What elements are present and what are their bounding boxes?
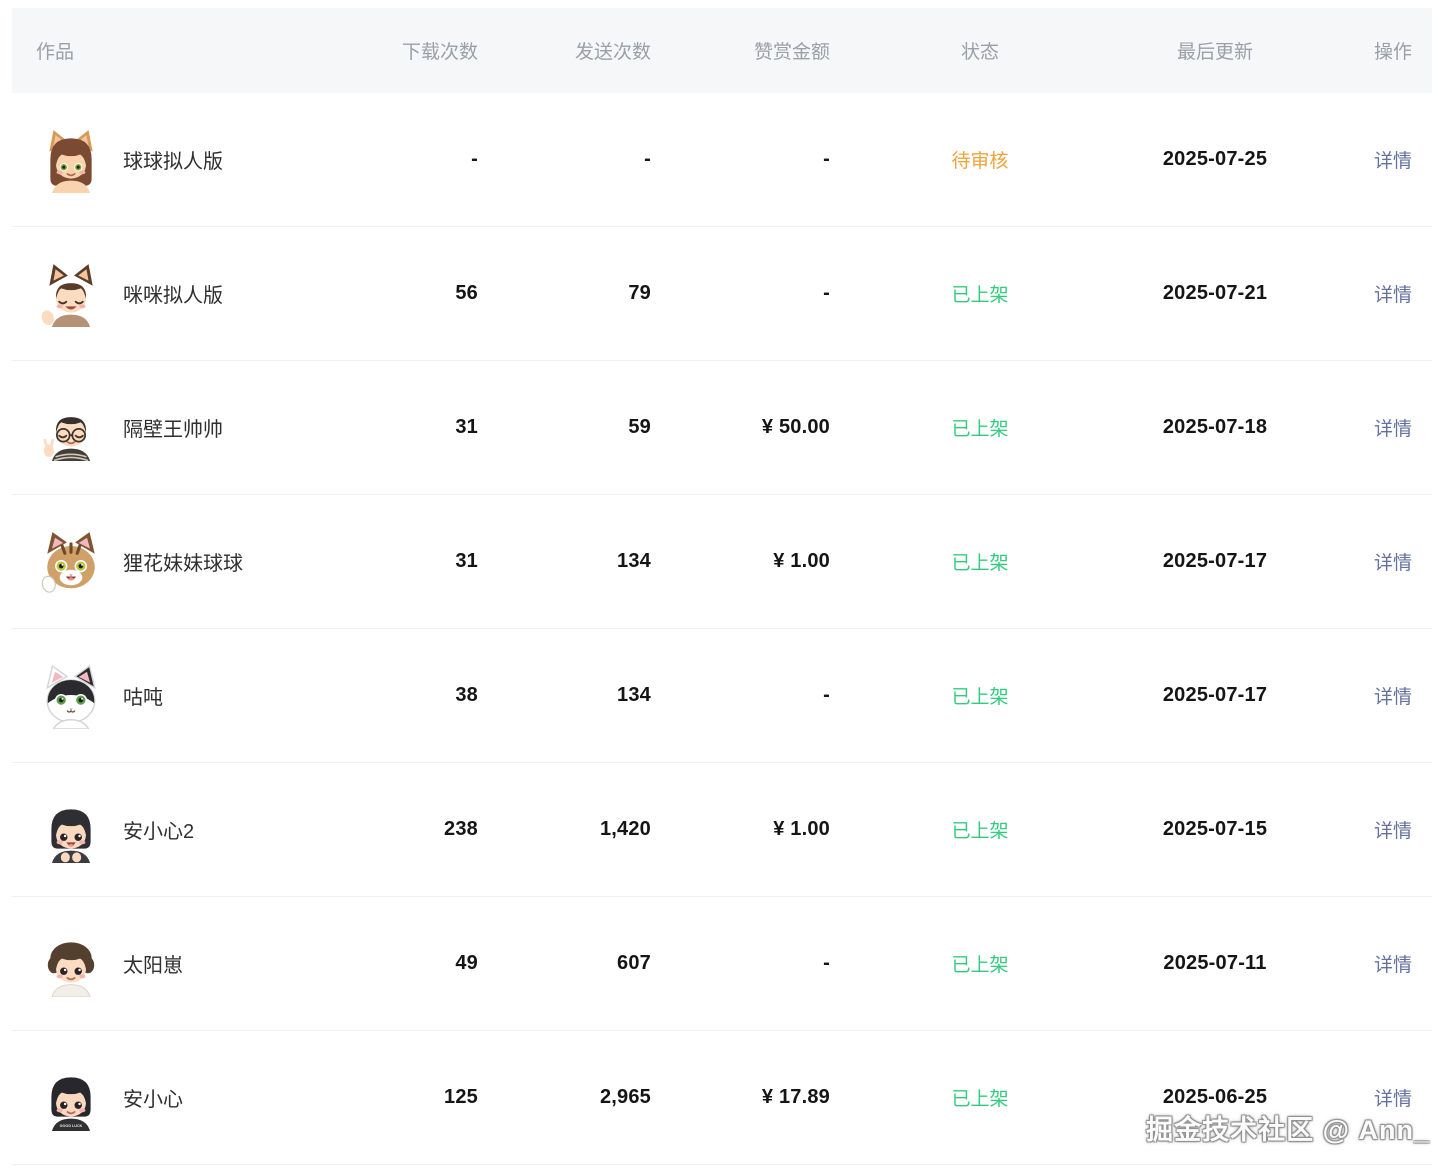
work-cell: 狸花妹妹球球 xyxy=(12,529,342,595)
work-name: 球球拟人版 xyxy=(123,145,223,174)
work-name: 安小心2 xyxy=(123,815,194,844)
tip-amount: - xyxy=(651,148,830,171)
avatar-tabby-cat-waving xyxy=(38,529,104,595)
tip-amount: - xyxy=(651,282,830,305)
avatar-girl-with-cat-ears xyxy=(38,127,104,193)
work-cell: 隔壁王帅帅 xyxy=(12,395,342,461)
status-badge: 已上架 xyxy=(951,553,1008,574)
table-row: GOOD LUCK 安小心 1252,965¥ 17.89 已上架 2025-06-25… xyxy=(12,1031,1432,1165)
detail-link[interactable]: 详情 xyxy=(1374,1089,1412,1110)
status-badge: 已上架 xyxy=(951,1089,1008,1110)
detail-link[interactable]: 详情 xyxy=(1374,151,1412,172)
downloads-count: 56 xyxy=(342,282,478,305)
table-row: 咪咪拟人版 5679- 已上架 2025-07-21 详情 xyxy=(12,227,1432,361)
header-cell-last-updated: 最后更新 xyxy=(1130,37,1300,64)
header-cell-action: 操作 xyxy=(1300,37,1432,64)
svg-text:GOOD LUCK: GOOD LUCK xyxy=(60,1123,83,1127)
updated-date: 2025-06-25 xyxy=(1130,1086,1300,1109)
header-cell-status: 状态 xyxy=(830,37,1130,64)
work-cell: 安小心2 xyxy=(12,797,342,863)
sends-count: 1,420 xyxy=(478,818,651,841)
work-name: 安小心 xyxy=(123,1083,183,1112)
tip-amount: ¥ 17.89 xyxy=(651,1086,830,1109)
status-badge: 已上架 xyxy=(951,821,1008,842)
detail-link[interactable]: 详情 xyxy=(1374,553,1412,574)
table-row: 安小心2 2381,420¥ 1.00 已上架 2025-07-15 详情 xyxy=(12,763,1432,897)
avatar-boy-with-cat-ears-waving xyxy=(38,261,104,327)
work-cell: GOOD LUCK 安小心 xyxy=(12,1065,342,1131)
downloads-count: 49 xyxy=(342,952,478,975)
header-cell-sends: 发送次数 xyxy=(478,37,651,64)
status-badge: 已上架 xyxy=(951,285,1008,306)
sends-count: 607 xyxy=(478,952,651,975)
work-cell: 咕吨 xyxy=(12,663,342,729)
status-badge: 已上架 xyxy=(951,687,1008,708)
sends-count: 59 xyxy=(478,416,651,439)
work-cell: 咪咪拟人版 xyxy=(12,261,342,327)
updated-date: 2025-07-15 xyxy=(1130,818,1300,841)
avatar-girl-black-bob-goodluck-shirt: GOOD LUCK xyxy=(38,1065,104,1131)
updated-date: 2025-07-11 xyxy=(1130,952,1300,975)
header-cell-works: 作品 xyxy=(12,37,342,64)
work-name: 隔壁王帅帅 xyxy=(123,413,223,442)
downloads-count: 31 xyxy=(342,416,478,439)
table-row: 球球拟人版---待审核2025-07-25详情 xyxy=(12,93,1432,227)
downloads-count: 38 xyxy=(342,684,478,707)
detail-link[interactable]: 详情 xyxy=(1374,419,1412,440)
work-name: 狸花妹妹球球 xyxy=(123,547,243,576)
header-cell-tip-amount: 赞赏金额 xyxy=(651,37,830,64)
sends-count: 134 xyxy=(478,684,651,707)
avatar-tuxedo-cat xyxy=(38,663,104,729)
table-row: 狸花妹妹球球 31134¥ 1.00 已上架 2025-07-17 详情 xyxy=(12,495,1432,629)
table-header: 作品 下载次数 发送次数 赞赏金额 状态 最后更新 操作 xyxy=(12,8,1432,93)
sends-count: 2,965 xyxy=(478,1086,651,1109)
updated-date: 2025-07-18 xyxy=(1130,416,1300,439)
detail-link[interactable]: 详情 xyxy=(1374,285,1412,306)
tip-amount: ¥ 1.00 xyxy=(651,818,830,841)
downloads-count: 125 xyxy=(342,1086,478,1109)
updated-date: 2025-07-17 xyxy=(1130,684,1300,707)
downloads-count: 238 xyxy=(342,818,478,841)
table-row: 咕吨 38134- 已上架 2025-07-17 详情 xyxy=(12,629,1432,763)
detail-link[interactable]: 详情 xyxy=(1374,821,1412,842)
avatar-boy-glasses-peace-sign xyxy=(38,395,104,461)
status-badge: 待审核 xyxy=(951,151,1008,172)
table-row: 隔壁王帅帅 3159¥ 50.00 已上架 2025-07-18 详情 xyxy=(12,361,1432,495)
updated-date: 2025-07-17 xyxy=(1130,550,1300,573)
header-cell-downloads: 下载次数 xyxy=(342,37,478,64)
table-body: 球球拟人版---待审核2025-07-25详情咪咪拟人版5679-已上架2025… xyxy=(12,93,1432,1165)
status-badge: 已上架 xyxy=(951,955,1008,976)
work-name: 咕吨 xyxy=(123,681,163,710)
updated-date: 2025-07-25 xyxy=(1130,148,1300,171)
work-cell: 球球拟人版 xyxy=(12,127,342,193)
downloads-count: - xyxy=(342,148,478,171)
downloads-count: 31 xyxy=(342,550,478,573)
table-row: 太阳崽 49607- 已上架 2025-07-11 详情 xyxy=(12,897,1432,1031)
works-table: 作品 下载次数 发送次数 赞赏金额 状态 最后更新 操作 球球拟人版---待审核… xyxy=(12,8,1432,1165)
detail-link[interactable]: 详情 xyxy=(1374,687,1412,708)
sends-count: 79 xyxy=(478,282,651,305)
status-badge: 已上架 xyxy=(951,419,1008,440)
tip-amount: - xyxy=(651,684,830,707)
tip-amount: ¥ 1.00 xyxy=(651,550,830,573)
detail-link[interactable]: 详情 xyxy=(1374,955,1412,976)
updated-date: 2025-07-21 xyxy=(1130,282,1300,305)
work-name: 咪咪拟人版 xyxy=(123,279,223,308)
work-name: 太阳崽 xyxy=(123,949,183,978)
avatar-boy-fluffy-brown-hair xyxy=(38,931,104,997)
avatar-girl-black-bob-cheering xyxy=(38,797,104,863)
sends-count: - xyxy=(478,148,651,171)
work-cell: 太阳崽 xyxy=(12,931,342,997)
tip-amount: - xyxy=(651,952,830,975)
tip-amount: ¥ 50.00 xyxy=(651,416,830,439)
sends-count: 134 xyxy=(478,550,651,573)
